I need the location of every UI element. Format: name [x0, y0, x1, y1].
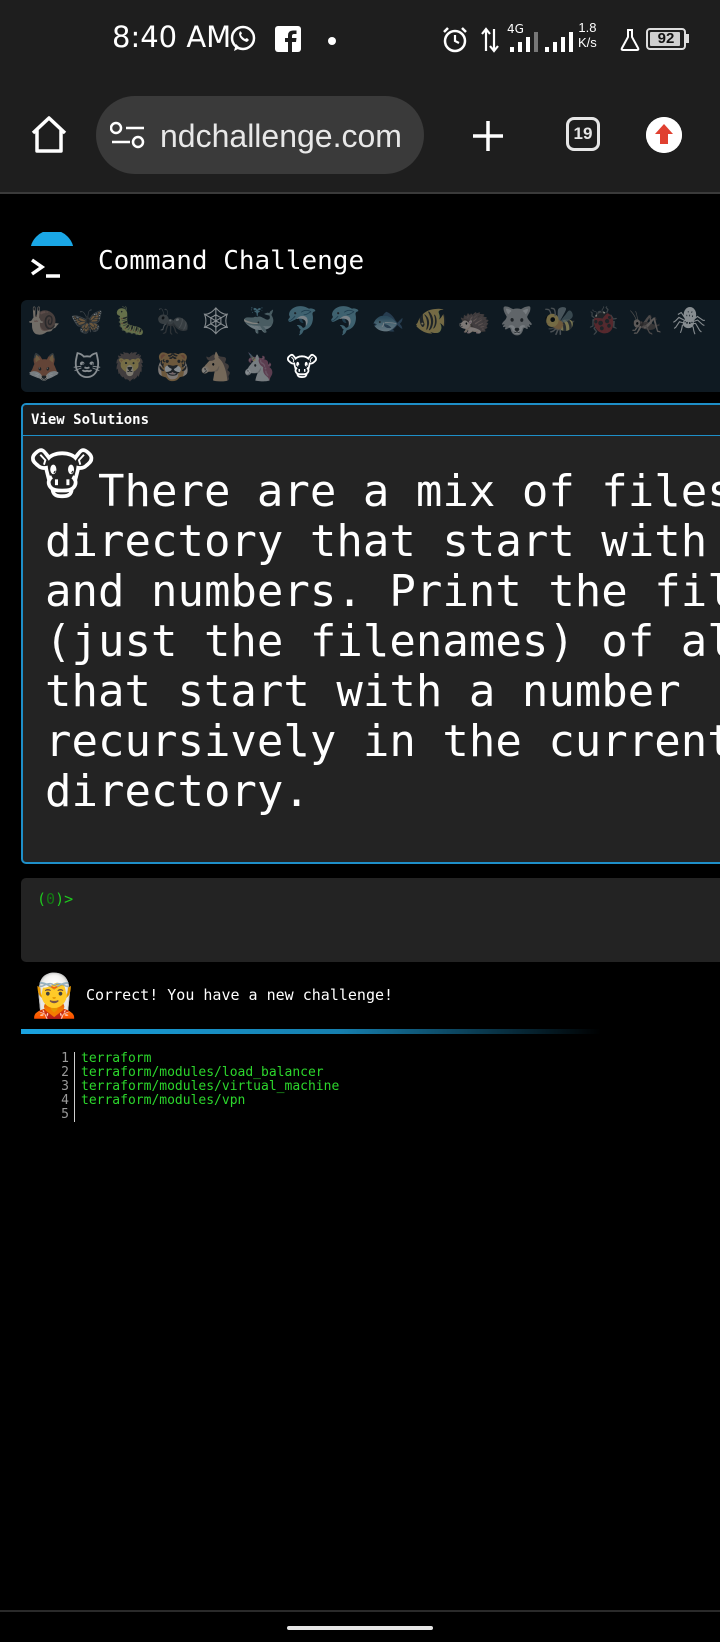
challenge-emoji[interactable]: 🐳 [239, 302, 279, 342]
challenge-emoji[interactable]: 🦔 [454, 302, 494, 342]
description-line: recursively in the current [45, 716, 720, 767]
challenge-description: There are a mix of files directory that s… [45, 467, 720, 817]
challenge-progress-strip: 🐌 🦋 🐛 🐜 🕸 🐳 🐬 🐬 🐟 🐠 🦔 🐺 🐝 🐞 🦗 🕷 🦊 🐱 🦁 🐯 🐴 🦄 🐮 [21, 300, 720, 392]
url-text[interactable]: ndchallenge.com [160, 118, 402, 155]
output-text: terraform/modules/vpn [81, 1093, 246, 1108]
challenge-emoji[interactable]: 🐜 [153, 302, 193, 342]
data-transfer-icon [481, 27, 499, 53]
challenge-emoji[interactable]: 🦋 [67, 302, 107, 342]
description-line: that start with a number [45, 666, 681, 717]
output-line: 5 [40, 1108, 339, 1122]
output-text: terraform/modules/virtual_machine [81, 1079, 340, 1094]
description-line: and numbers. Print the file [45, 566, 720, 617]
update-icon[interactable] [646, 117, 682, 153]
terminal-prompt-icon [26, 232, 78, 284]
output-line: 2 terraform/modules/load_balancer [40, 1066, 339, 1080]
new-tab-icon[interactable] [470, 118, 506, 154]
prompt-label: (0)> [37, 890, 73, 908]
challenge-emoji[interactable]: 🐱 [67, 348, 107, 388]
challenge-emoji[interactable]: 🕷 [669, 302, 709, 342]
network-speed-unit: K/s [578, 35, 597, 50]
challenge-emoji[interactable]: 🐌 [24, 302, 64, 342]
challenge-emoji[interactable]: 🦁 [110, 348, 150, 388]
line-number: 4 [40, 1094, 75, 1108]
command-output: 1 terraform 2 terraform/modules/load_balanc… [40, 1052, 339, 1122]
challenge-emoji[interactable]: 🐺 [497, 302, 537, 342]
status-time: 8:40 AM [112, 20, 232, 54]
lab-flask-icon [620, 29, 640, 51]
home-icon[interactable] [28, 114, 70, 156]
prompt-open: ( [37, 890, 47, 908]
challenge-emoji[interactable]: 🐞 [583, 302, 623, 342]
home-gesture-handle[interactable] [287, 1626, 433, 1630]
site-title: Command Challenge [98, 246, 365, 276]
challenge-emoji[interactable]: 🐝 [540, 302, 580, 342]
gesture-navigation-bar [0, 1610, 720, 1642]
feedback-message: Correct! You have a new challenge! [86, 986, 394, 1004]
description-line: (just the filenames) of all [45, 616, 720, 667]
elf-avatar-icon: 🧝 [28, 972, 81, 1019]
description-line: directory. [45, 766, 310, 817]
browser-toolbar: ndchallenge.com 19 [0, 82, 720, 194]
battery-level: 92 [657, 30, 675, 47]
address-bar[interactable]: ndchallenge.com [96, 96, 424, 174]
signal-icon [545, 32, 573, 52]
whatsapp-icon [230, 25, 256, 51]
site-settings-icon[interactable] [110, 120, 146, 150]
output-line: 3 terraform/modules/virtual_machine [40, 1080, 339, 1094]
output-line: 1 terraform [40, 1052, 339, 1066]
line-number: 1 [40, 1052, 75, 1066]
challenge-emoji[interactable]: 🐠 [411, 302, 451, 342]
battery-icon: 92 [646, 28, 686, 50]
update-arrow-icon [646, 117, 682, 153]
challenge-emoji[interactable]: 🐟 [368, 302, 408, 342]
notification-dot-icon [328, 37, 336, 45]
challenge-emoji[interactable]: 🐛 [110, 302, 150, 342]
tab-count: 19 [573, 124, 593, 143]
alarm-icon [443, 27, 467, 53]
line-number: 2 [40, 1066, 75, 1080]
tab-switcher-icon[interactable]: 19 [566, 117, 600, 151]
challenge-emoji[interactable]: 🦊 [24, 348, 64, 388]
battery-tip [686, 34, 689, 43]
challenge-emoji[interactable]: 🐴 [196, 348, 236, 388]
line-number: 5 [40, 1108, 75, 1122]
facebook-icon [275, 26, 301, 52]
network-speed: 1.8 K/s [578, 20, 597, 50]
prompt-count: 0 [46, 890, 56, 908]
challenge-emoji[interactable]: 🕸 [196, 302, 236, 342]
feedback-divider [21, 1029, 601, 1034]
challenge-panel: View Solutions 🐮 There are a mix of file… [21, 403, 720, 864]
description-line: directory that start with l [45, 516, 720, 567]
challenge-emoji[interactable]: 🐬 [325, 302, 365, 342]
output-text: terraform/modules/load_balancer [81, 1065, 324, 1080]
view-solutions-button[interactable]: View Solutions [31, 412, 149, 428]
challenge-emoji[interactable]: 🐮 [282, 348, 322, 388]
panel-header: View Solutions [23, 405, 720, 436]
line-number: 3 [40, 1080, 75, 1094]
command-input[interactable]: (0)> [21, 878, 720, 962]
description-line: There are a mix of files [45, 466, 720, 517]
output-text: terraform [81, 1051, 152, 1066]
challenge-emoji[interactable]: 🐯 [153, 348, 193, 388]
output-line: 4 terraform/modules/vpn [40, 1094, 339, 1108]
prompt-close: )> [55, 890, 74, 908]
signal-icon [510, 32, 538, 52]
status-bar: 8:40 AM 4G 1.8 K/s 92 [0, 0, 720, 82]
challenge-emoji[interactable]: 🐬 [282, 302, 322, 342]
challenge-emoji[interactable]: 🦗 [626, 302, 666, 342]
challenge-emoji[interactable]: 🦄 [239, 348, 279, 388]
network-speed-value: 1.8 [578, 20, 597, 35]
